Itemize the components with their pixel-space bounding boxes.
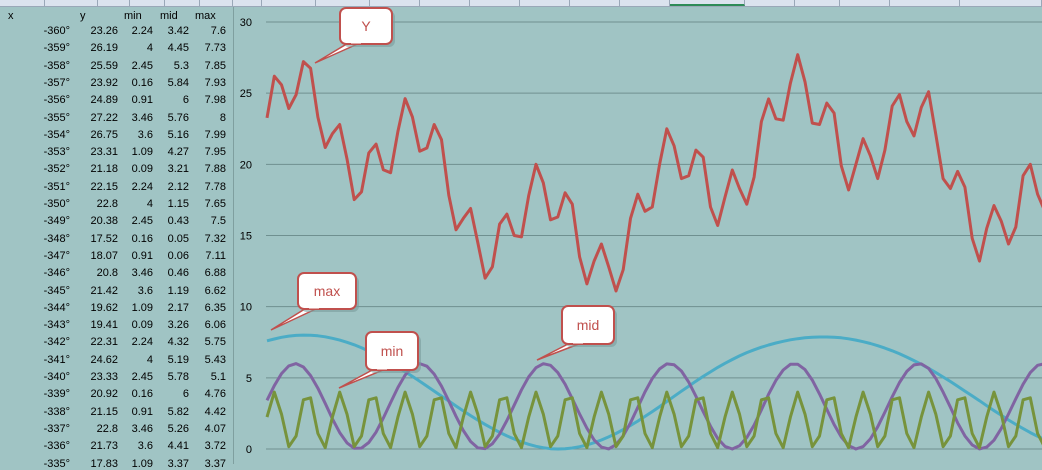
y-tick-label: 25 bbox=[240, 88, 252, 100]
series-line-y bbox=[265, 53, 1042, 293]
callout-label-max: max bbox=[314, 283, 340, 299]
y-tick-label: 30 bbox=[240, 17, 252, 29]
callout-label-mid: mid bbox=[577, 317, 600, 333]
y-tick-label: 15 bbox=[240, 231, 252, 243]
line-chart: 0 5 10 15 20 25 30 Ymax min mid bbox=[240, 7, 1042, 456]
y-tick-label: 20 bbox=[240, 159, 252, 171]
callout-label-min: min bbox=[381, 343, 404, 359]
y-tick-label: 10 bbox=[240, 302, 252, 314]
y-tick-label: 0 bbox=[246, 444, 252, 456]
callout-label-y: Y bbox=[361, 18, 371, 34]
y-tick-label: 5 bbox=[246, 373, 252, 385]
